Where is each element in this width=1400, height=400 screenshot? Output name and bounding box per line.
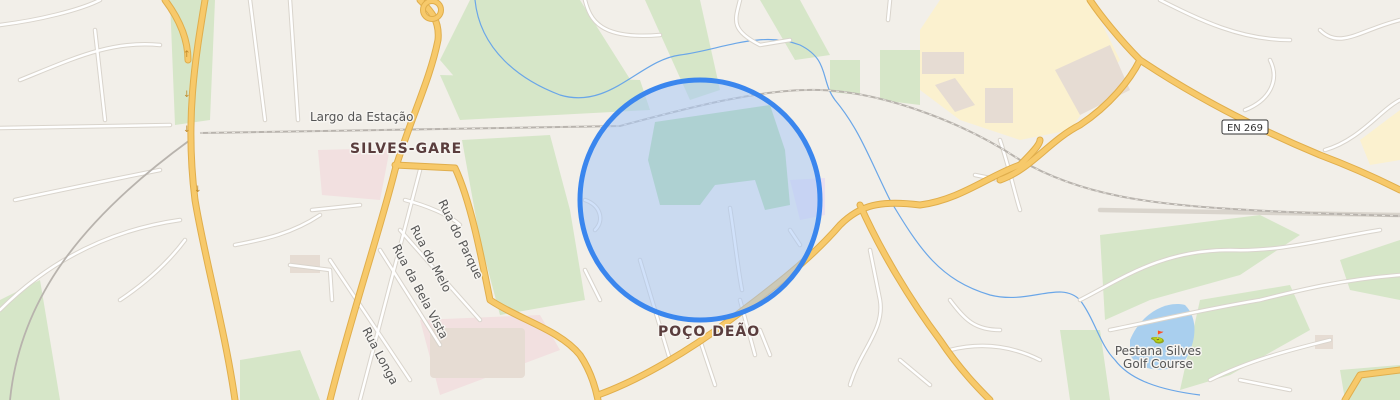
golf-icon: ⛳ — [1150, 330, 1165, 344]
map-svg[interactable]: ↑ ↓ ↓ ↓ EN 269 Largo da Estação SILVES-G… — [0, 0, 1400, 400]
road-shield: EN 269 — [1221, 119, 1269, 135]
place-silves-gare[interactable]: SILVES-GARE — [349, 140, 463, 159]
golf-course-label-line2[interactable]: Golf Course — [1122, 356, 1195, 373]
map-canvas[interactable]: ↑ ↓ ↓ ↓ EN 269 Largo da Estação SILVES-G… — [0, 0, 1400, 400]
park-area — [0, 280, 60, 400]
park-area — [1340, 240, 1400, 300]
oneway-arrow-icon: ↓ — [183, 90, 191, 100]
oneway-arrow-icon: ↓ — [194, 185, 202, 195]
label-largo-da-estacao[interactable]: Largo da Estação — [309, 109, 416, 126]
building — [922, 52, 964, 74]
park-area — [880, 50, 920, 105]
park-area — [830, 60, 860, 95]
golf-course-label-line1[interactable]: Pestana Silves — [1113, 343, 1202, 360]
park-area — [1060, 330, 1110, 400]
building — [985, 88, 1013, 123]
place-poco-deao[interactable]: POÇO DEÃO — [657, 322, 761, 342]
oneway-arrow-icon: ↓ — [183, 125, 191, 135]
road-shield-label: EN 269 — [1227, 123, 1263, 134]
park-area — [760, 0, 830, 60]
park-area — [240, 350, 320, 400]
svg-text:⛳: ⛳ — [1150, 330, 1165, 344]
industrial-area — [1360, 110, 1400, 165]
park-area — [462, 135, 585, 315]
oneway-arrow-icon: ↑ — [183, 50, 191, 60]
